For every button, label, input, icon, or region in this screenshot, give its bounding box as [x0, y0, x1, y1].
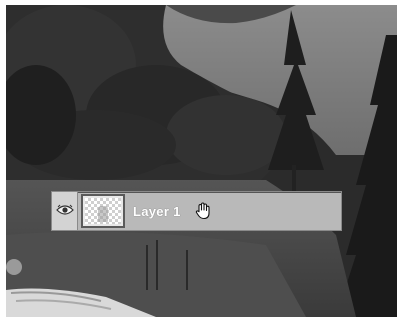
visibility-toggle[interactable] [52, 192, 78, 230]
hand-grab-icon [195, 202, 210, 220]
layer-name[interactable]: Layer 1 [133, 204, 181, 219]
canvas-photo [6, 5, 397, 317]
layer-row[interactable]: Layer 1 [51, 191, 342, 231]
layer-thumbnail[interactable] [81, 194, 125, 228]
thumbnail-figure [98, 206, 108, 222]
landscape-image [6, 5, 397, 317]
transparency-checkerboard [85, 198, 121, 224]
eye-icon [56, 204, 74, 215]
